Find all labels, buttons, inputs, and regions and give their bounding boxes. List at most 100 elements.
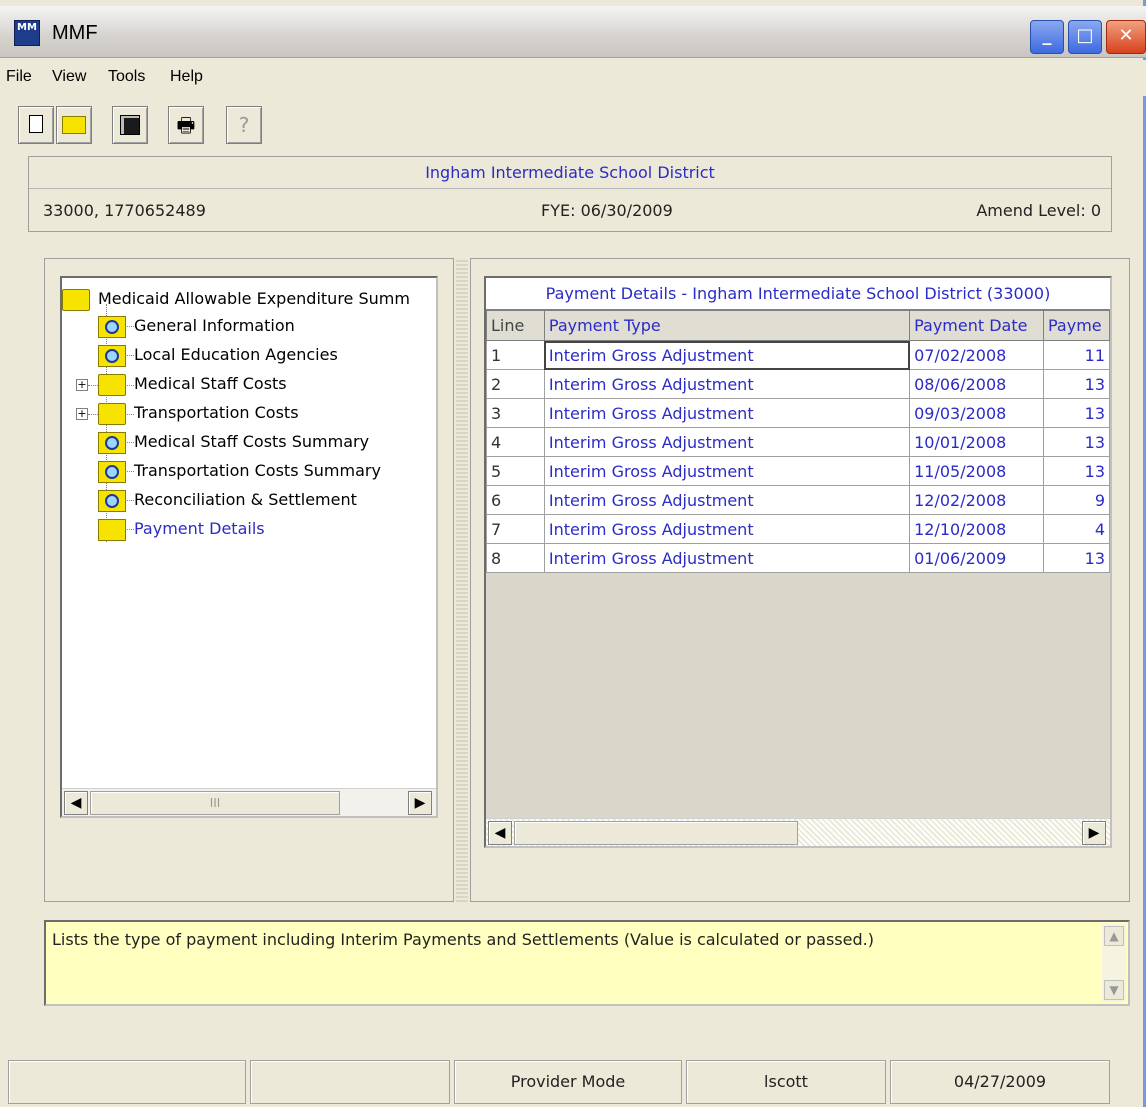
navigation-tree[interactable]: Medicaid Allowable Expenditure Summ Gene… bbox=[60, 276, 438, 818]
payment-amount-cell[interactable]: 13 bbox=[1043, 398, 1110, 428]
magnifier-folder-icon bbox=[98, 460, 126, 483]
fiscal-year-end: FYE: 06/30/2009 bbox=[541, 201, 673, 220]
scroll-down-button[interactable]: ▼ bbox=[1104, 980, 1124, 1000]
tree-item-label: Medical Staff Costs Summary bbox=[134, 432, 370, 451]
tree-root[interactable]: Medicaid Allowable Expenditure Summ bbox=[62, 286, 410, 312]
payment-date-cell[interactable]: 07/02/2008 bbox=[909, 340, 1044, 370]
save-icon bbox=[120, 115, 140, 135]
menu-help[interactable]: Help bbox=[170, 68, 203, 86]
payment-date-cell[interactable]: 12/10/2008 bbox=[909, 514, 1044, 544]
tree-item-local-education-agencies[interactable]: Local Education Agencies bbox=[98, 342, 338, 368]
tree-item-medical-staff-costs[interactable]: Medical Staff Costs bbox=[98, 371, 287, 397]
folder-icon bbox=[98, 402, 126, 425]
menu-file[interactable]: File bbox=[6, 68, 32, 86]
table-row[interactable]: 7 Interim Gross Adjustment 12/10/2008 4 bbox=[486, 514, 1110, 544]
new-document-button[interactable] bbox=[18, 106, 54, 144]
tree-item-label: Payment Details bbox=[134, 519, 265, 538]
payment-amount-cell[interactable]: 13 bbox=[1043, 456, 1110, 486]
save-button[interactable] bbox=[112, 106, 148, 144]
payment-table: Line Payment Type Payment Date Payme 1 In… bbox=[486, 310, 1110, 573]
tree-item-transportation-costs-summary[interactable]: Transportation Costs Summary bbox=[98, 458, 381, 484]
line-cell[interactable]: 8 bbox=[486, 543, 545, 573]
payment-amount-cell[interactable]: 13 bbox=[1043, 427, 1110, 457]
line-cell[interactable]: 1 bbox=[486, 340, 545, 370]
table-row[interactable]: 5 Interim Gross Adjustment 11/05/2008 13 bbox=[486, 456, 1110, 486]
maximize-button[interactable]: □ bbox=[1068, 20, 1102, 54]
print-button[interactable]: 🖶 bbox=[168, 106, 204, 144]
column-header-line[interactable]: Line bbox=[486, 310, 545, 341]
tree-item-general-information[interactable]: General Information bbox=[98, 313, 295, 339]
payment-amount-cell[interactable]: 13 bbox=[1043, 369, 1110, 399]
menu-tools[interactable]: Tools bbox=[108, 68, 145, 86]
expand-medical-staff-costs[interactable]: + bbox=[76, 379, 88, 391]
line-cell[interactable]: 4 bbox=[486, 427, 545, 457]
line-cell[interactable]: 5 bbox=[486, 456, 545, 486]
scroll-up-button[interactable]: ▲ bbox=[1104, 926, 1124, 946]
help-button[interactable]: ? bbox=[226, 106, 262, 144]
line-cell[interactable]: 2 bbox=[486, 369, 545, 399]
status-user: lscott bbox=[686, 1060, 886, 1104]
table-row[interactable]: 6 Interim Gross Adjustment 12/02/2008 9 bbox=[486, 485, 1110, 515]
minimize-button[interactable]: _ bbox=[1030, 20, 1064, 54]
payment-date-cell[interactable]: 09/03/2008 bbox=[909, 398, 1044, 428]
payment-date-cell[interactable]: 08/06/2008 bbox=[909, 369, 1044, 399]
magnifier-folder-icon bbox=[98, 344, 126, 367]
line-cell[interactable]: 7 bbox=[486, 514, 545, 544]
column-header-payment-amount[interactable]: Payme bbox=[1043, 310, 1110, 341]
tree-item-medical-staff-costs-summary[interactable]: Medical Staff Costs Summary bbox=[98, 429, 369, 455]
app-icon[interactable]: MM bbox=[14, 20, 40, 46]
scroll-left-button[interactable]: ◀ bbox=[64, 791, 88, 815]
field-description: Lists the type of payment including Inte… bbox=[44, 920, 1130, 1006]
payment-type-cell[interactable]: Interim Gross Adjustment bbox=[543, 369, 911, 399]
line-cell[interactable]: 6 bbox=[486, 485, 545, 515]
payment-amount-cell[interactable]: 13 bbox=[1043, 543, 1110, 573]
scroll-right-button[interactable]: ▶ bbox=[1082, 821, 1106, 845]
payment-details-grid[interactable]: Payment Details - Ingham Intermediate Sc… bbox=[484, 276, 1112, 848]
payment-amount-cell[interactable]: 9 bbox=[1043, 485, 1110, 515]
status-date: 04/27/2009 bbox=[890, 1060, 1110, 1104]
tree-item-transportation-costs[interactable]: Transportation Costs bbox=[98, 400, 299, 426]
table-row[interactable]: 8 Interim Gross Adjustment 01/06/2009 13 bbox=[486, 543, 1110, 573]
tree-horizontal-scrollbar[interactable]: ◀ III ▶ bbox=[62, 788, 436, 816]
tree-item-label: Local Education Agencies bbox=[134, 345, 338, 364]
payment-type-cell[interactable]: Interim Gross Adjustment bbox=[543, 340, 911, 370]
column-header-payment-date[interactable]: Payment Date bbox=[909, 310, 1044, 341]
open-button[interactable] bbox=[56, 106, 92, 144]
new-document-icon bbox=[29, 115, 43, 133]
payment-amount-cell[interactable]: 4 bbox=[1043, 514, 1110, 544]
column-header-payment-type[interactable]: Payment Type bbox=[543, 310, 911, 341]
open-folder-icon bbox=[98, 518, 126, 541]
payment-date-cell[interactable]: 12/02/2008 bbox=[909, 485, 1044, 515]
magnifier-folder-icon bbox=[98, 489, 126, 512]
menu-view[interactable]: View bbox=[52, 68, 86, 86]
table-row[interactable]: 1 Interim Gross Adjustment 07/02/2008 11 bbox=[486, 340, 1110, 370]
payment-date-cell[interactable]: 11/05/2008 bbox=[909, 456, 1044, 486]
payment-type-cell[interactable]: Interim Gross Adjustment bbox=[543, 456, 911, 486]
scroll-left-button[interactable]: ◀ bbox=[488, 821, 512, 845]
scroll-right-button[interactable]: ▶ bbox=[408, 791, 432, 815]
payment-type-cell[interactable]: Interim Gross Adjustment bbox=[543, 514, 911, 544]
title-bar[interactable]: MM MMF _ □ ✕ bbox=[0, 6, 1146, 58]
open-folder-icon bbox=[62, 116, 86, 134]
payment-amount-cell[interactable]: 11 bbox=[1043, 340, 1110, 370]
line-cell[interactable]: 3 bbox=[486, 398, 545, 428]
grid-horizontal-scrollbar[interactable]: ◀ ▶ bbox=[486, 818, 1110, 846]
description-scrollbar[interactable]: ▲ ▼ bbox=[1102, 924, 1126, 1002]
table-row[interactable]: 4 Interim Gross Adjustment 10/01/2008 13 bbox=[486, 427, 1110, 457]
tree-item-payment-details[interactable]: Payment Details bbox=[98, 516, 265, 542]
scroll-thumb[interactable]: III bbox=[90, 791, 340, 815]
scroll-thumb[interactable] bbox=[514, 821, 798, 845]
payment-type-cell[interactable]: Interim Gross Adjustment bbox=[543, 543, 911, 573]
payment-type-cell[interactable]: Interim Gross Adjustment bbox=[543, 398, 911, 428]
payment-date-cell[interactable]: 10/01/2008 bbox=[909, 427, 1044, 457]
expand-transportation-costs[interactable]: + bbox=[76, 408, 88, 420]
tree-item-reconciliation-settlement[interactable]: Reconciliation & Settlement bbox=[98, 487, 357, 513]
payment-date-cell[interactable]: 01/06/2009 bbox=[909, 543, 1044, 573]
table-row[interactable]: 3 Interim Gross Adjustment 09/03/2008 13 bbox=[486, 398, 1110, 428]
close-button[interactable]: ✕ bbox=[1106, 20, 1146, 54]
payment-type-cell[interactable]: Interim Gross Adjustment bbox=[543, 485, 911, 515]
toolbar: 🖶 ? bbox=[0, 102, 1146, 148]
table-row[interactable]: 2 Interim Gross Adjustment 08/06/2008 13 bbox=[486, 369, 1110, 399]
payment-type-cell[interactable]: Interim Gross Adjustment bbox=[543, 427, 911, 457]
panel-splitter[interactable] bbox=[456, 258, 468, 902]
